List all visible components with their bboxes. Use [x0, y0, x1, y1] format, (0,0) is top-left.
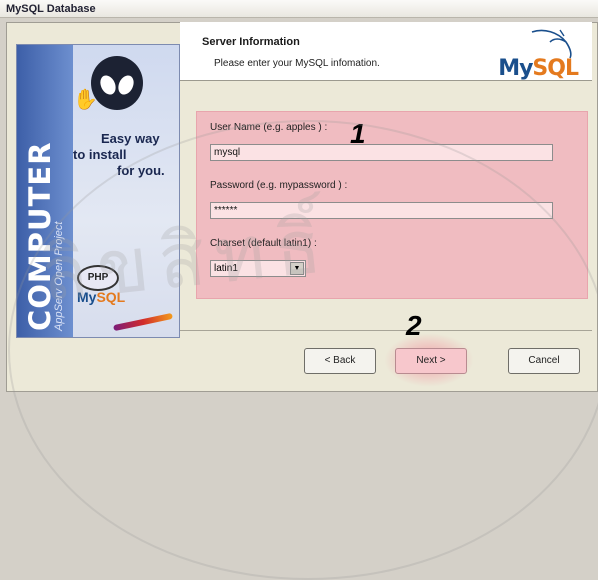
hand-icon: ✋	[73, 89, 98, 111]
header-title: Server Information	[202, 36, 300, 48]
banner-tagline-2: to install	[73, 147, 127, 162]
mysql-dolphin-icon	[531, 29, 572, 59]
window-title: MySQL Database	[6, 3, 96, 15]
window-title-bar: MySQL Database	[0, 0, 598, 18]
banner-tagline-1: Easy way	[101, 131, 160, 146]
header-subtitle: Please enter your MySQL infomation.	[214, 58, 380, 69]
mysql-logo: MySQL	[498, 56, 579, 81]
dialog-header: Server Information Please enter your MyS…	[180, 22, 592, 81]
